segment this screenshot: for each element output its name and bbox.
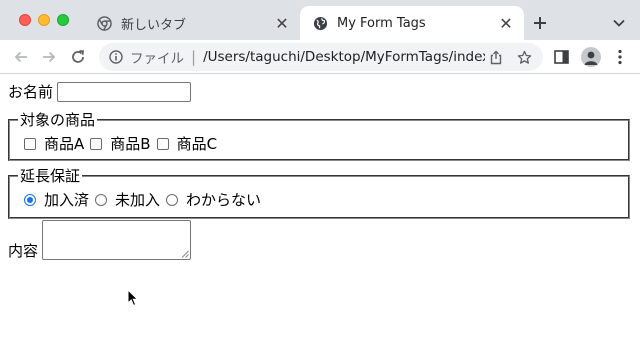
side-panel-icon [553, 50, 569, 64]
menu-button[interactable] [607, 44, 633, 70]
plus-icon [534, 17, 546, 29]
profile-button[interactable] [578, 44, 604, 70]
address-bar[interactable]: ファイル | /Users/taguchi/Desktop/MyFormTags… [99, 43, 543, 71]
reload-button[interactable] [65, 44, 91, 70]
content-textarea[interactable] [42, 220, 192, 260]
browser-toolbar: ファイル | /Users/taguchi/Desktop/MyFormTags… [0, 40, 640, 74]
reload-icon [72, 50, 84, 63]
tab-title: 新しいタブ [121, 17, 187, 33]
product-option[interactable]: 商品A [24, 133, 84, 154]
warranty-option[interactable]: わからない [166, 189, 261, 210]
globe-icon [312, 15, 328, 31]
warranty-unknown-label: わからない [186, 191, 262, 209]
content-label: 内容 [8, 242, 39, 260]
warranty-option[interactable]: 加入済 [24, 189, 89, 210]
product-a-label: 商品A [44, 135, 85, 153]
product-c-label: 商品C [176, 135, 218, 153]
content-row: 内容 [8, 220, 192, 260]
forward-button[interactable] [36, 44, 62, 70]
star-icon[interactable] [513, 46, 535, 68]
product-c-checkbox[interactable] [156, 137, 169, 150]
products-options: 商品A 商品B 商品C [24, 133, 628, 154]
tab-new-tab[interactable]: 新しいタブ ✕ [84, 6, 300, 40]
side-panel-button[interactable] [548, 44, 574, 70]
name-label: お名前 [8, 83, 54, 101]
product-option[interactable]: 商品C [156, 133, 218, 154]
window-zoom-button[interactable] [57, 14, 69, 26]
info-icon[interactable] [108, 49, 124, 65]
window-close-button[interactable] [19, 14, 31, 26]
warranty-not-joined-radio[interactable] [95, 193, 108, 206]
product-b-label: 商品B [110, 135, 151, 153]
chrome-icon [96, 15, 112, 31]
tab-title: My Form Tags [337, 15, 426, 31]
back-button[interactable] [8, 44, 34, 70]
share-icon[interactable] [485, 46, 507, 68]
separator: | [191, 48, 197, 66]
person-icon [584, 51, 598, 65]
warranty-option[interactable]: 未加入 [95, 189, 160, 210]
warranty-legend: 延長保証 [20, 167, 81, 185]
arrow-left-icon [14, 51, 27, 63]
avatar [581, 47, 601, 67]
chevron-down-icon [613, 19, 625, 27]
name-row: お名前 [8, 81, 192, 102]
close-icon[interactable]: ✕ [496, 13, 516, 33]
warranty-options: 加入済 未加入 わからない [24, 189, 628, 210]
warranty-joined-label: 加入済 [44, 191, 90, 209]
product-b-checkbox[interactable] [90, 137, 103, 150]
product-option[interactable]: 商品B [90, 133, 151, 154]
name-input[interactable] [57, 81, 192, 102]
warranty-fieldset: 延長保証 加入済 未加入 わからない [8, 168, 630, 219]
window-minimize-button[interactable] [38, 14, 50, 26]
close-icon[interactable]: ✕ [272, 13, 292, 33]
warranty-unknown-radio[interactable] [166, 193, 179, 206]
more-vert-icon [618, 49, 622, 65]
warranty-joined-radio[interactable] [24, 193, 36, 206]
products-fieldset: 対象の商品 商品A 商品B 商品C [8, 112, 630, 161]
tab-my-form-tags[interactable]: My Form Tags ✕ [300, 6, 524, 40]
page-content: お名前 対象の商品 商品A 商品B 商品C 延長保証 加入済 未加入 わからない… [0, 75, 640, 360]
new-tab-button[interactable] [528, 11, 552, 35]
tab-strip: 新しいタブ ✕ My Form Tags ✕ [0, 0, 640, 40]
tab-search-button[interactable] [608, 12, 630, 34]
arrow-right-icon [43, 51, 56, 63]
scheme-label: ファイル [130, 51, 184, 67]
product-a-checkbox[interactable] [24, 137, 36, 150]
warranty-not-joined-label: 未加入 [115, 191, 161, 209]
url-text[interactable]: /Users/taguchi/Desktop/MyFormTags/index.… [203, 49, 485, 65]
resize-grip-icon[interactable] [181, 250, 189, 258]
products-legend: 対象の商品 [20, 111, 96, 129]
mouse-cursor-icon [127, 289, 139, 307]
